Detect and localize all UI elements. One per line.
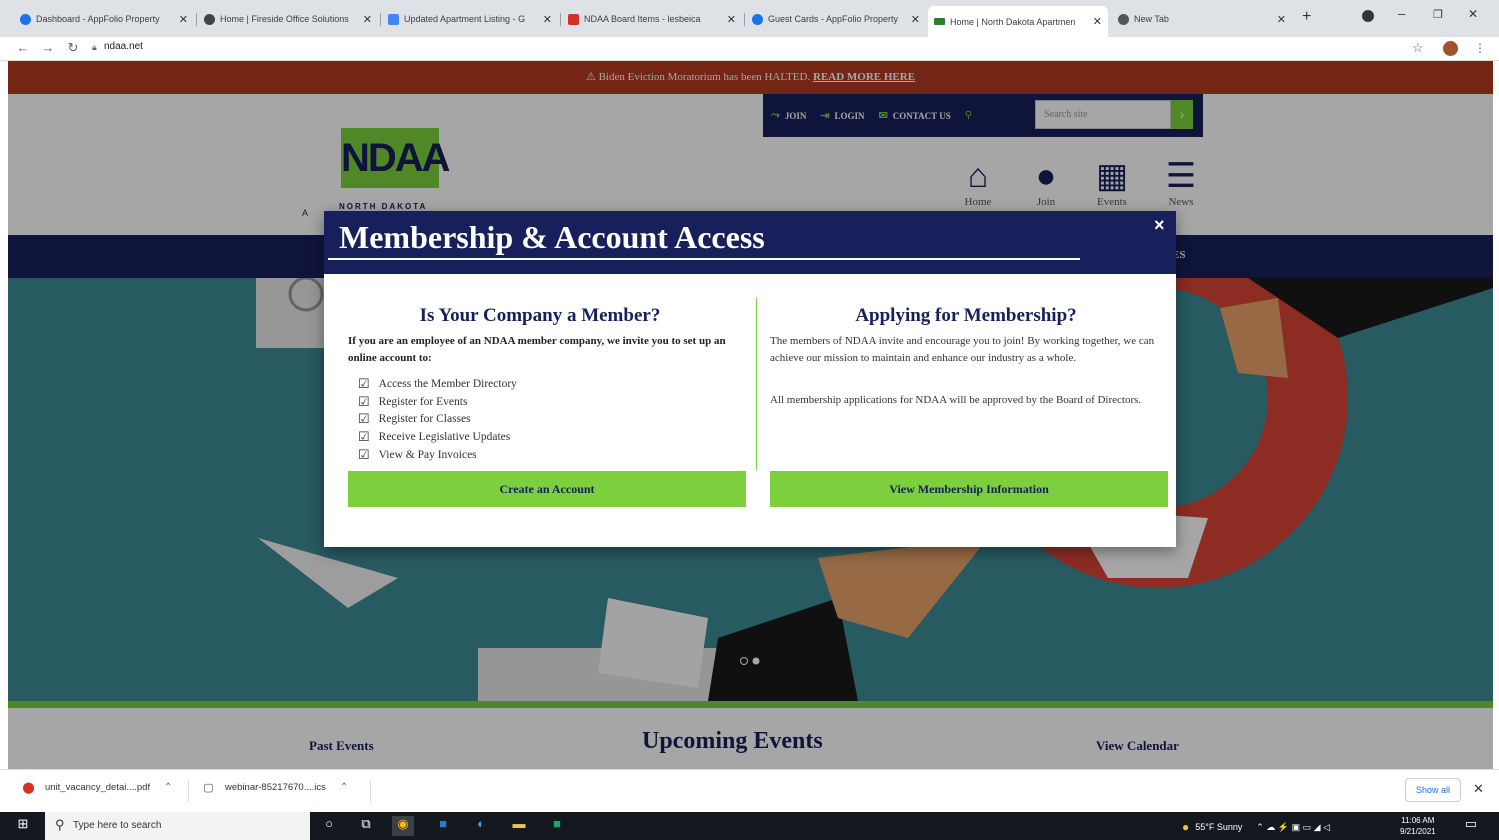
close-tab-icon[interactable]: ✕ — [363, 13, 372, 26]
task-view-icon[interactable]: ⧉ — [355, 816, 377, 836]
chrome-icon[interactable]: ◉ — [392, 816, 414, 836]
close-tab-icon[interactable]: ✕ — [1277, 13, 1286, 26]
membership-modal: Membership & Account Access × Is Your Co… — [324, 211, 1176, 547]
search-icon: ⚲ — [55, 817, 65, 832]
browser-tab[interactable]: Home | Fireside Office Solutions ✕ — [198, 8, 378, 30]
appfolio-icon — [752, 13, 763, 25]
download-item[interactable]: ▢ webinar-85217670....ics ⌃ — [202, 781, 348, 794]
close-window-icon[interactable]: ✕ — [1468, 7, 1478, 21]
modal-close-icon[interactable]: × — [1154, 215, 1165, 236]
cortana-icon[interactable]: ○ — [318, 816, 340, 836]
globe-icon — [204, 13, 215, 25]
ndaa-favicon-icon — [934, 18, 945, 25]
apply-heading: Applying for Membership? — [855, 305, 1077, 326]
view-membership-info-button[interactable]: View Membership Information — [770, 471, 1168, 507]
minimize-icon[interactable]: – — [1398, 6, 1405, 21]
apply-paragraph: The members of NDAA invite and encourage… — [770, 335, 1155, 364]
forward-icon[interactable]: → — [39, 40, 57, 55]
create-account-button[interactable]: Create an Account — [348, 471, 746, 507]
close-tab-icon[interactable]: ✕ — [727, 13, 736, 26]
modal-title-underline — [328, 258, 1080, 260]
checkbox-checked-icon: ☑ — [358, 446, 370, 462]
browser-tab-bar: Dashboard - AppFolio Property ✕ Home | Fi… — [0, 0, 1499, 37]
list-item: ☑ Receive Legislative Updates — [358, 428, 511, 444]
notifications-icon[interactable]: ▭ — [1460, 816, 1482, 836]
taskbar-search-input[interactable]: ⚲ Type here to search — [45, 812, 310, 840]
taskbar-clock[interactable]: 11:06 AM 9/21/2021 — [1400, 815, 1436, 837]
modal-header: Membership & Account Access × — [324, 211, 1176, 274]
word-icon[interactable]: ■ — [432, 816, 454, 836]
browser-tab[interactable]: Dashboard - AppFolio Property ✕ — [14, 8, 194, 30]
web-page: ⚠ Biden Eviction Moratorium has been HAL… — [8, 61, 1493, 769]
browser-tab-active[interactable]: Home | North Dakota Apartmen ✕ — [928, 6, 1108, 37]
excel-icon[interactable]: ■ — [546, 816, 568, 836]
close-tab-icon[interactable]: ✕ — [543, 13, 552, 26]
close-tab-icon[interactable]: ✕ — [179, 13, 188, 26]
chevron-up-icon[interactable]: ⌃ — [340, 782, 348, 793]
tray-icons[interactable]: ⌃ ☁ ⚡ ▣ ▭ ◢ ◁ — [1256, 822, 1330, 833]
file-explorer-icon[interactable]: ▬ — [508, 816, 530, 836]
close-tab-icon[interactable]: ✕ — [1093, 15, 1102, 28]
pdf-file-icon: ⬤ — [22, 782, 35, 794]
windows-start-icon[interactable]: ⊞ — [12, 816, 34, 836]
close-tab-icon[interactable]: ✕ — [911, 13, 920, 26]
list-item: ☑ Register for Classes — [358, 411, 471, 427]
menu-kebab-icon[interactable]: ⋮ — [1474, 41, 1486, 55]
list-item: ☑ View & Pay Invoices — [358, 446, 477, 462]
appfolio-icon — [20, 13, 31, 25]
member-heading: Is Your Company a Member? — [419, 305, 661, 326]
list-item: ☑ Access the Member Directory — [358, 375, 517, 391]
restore-icon[interactable]: ❐ — [1433, 8, 1443, 21]
lock-icon: 🔒︎ — [92, 42, 97, 52]
calendar-file-icon: ▢ — [203, 782, 214, 794]
browser-tab[interactable]: New Tab ✕ — [1112, 8, 1292, 30]
edge-icon[interactable]: ◐ — [470, 816, 492, 836]
docs-icon — [388, 13, 399, 25]
checkbox-checked-icon: ☑ — [358, 375, 370, 391]
url-field[interactable]: ndaa.net — [104, 41, 143, 52]
back-icon[interactable]: ← — [14, 40, 32, 55]
browser-tab[interactable]: NDAA Board Items - lesbeica ✕ — [562, 8, 742, 30]
show-all-button[interactable]: Show all — [1405, 778, 1461, 802]
apply-paragraph-board: All membership applications for NDAA wil… — [770, 394, 1142, 406]
apply-column: Applying for Membership? The members of … — [756, 274, 1176, 547]
list-item: ☑ Register for Events — [358, 393, 468, 409]
checkbox-checked-icon: ☑ — [358, 393, 370, 409]
gmail-icon — [568, 13, 579, 25]
modal-title: Membership & Account Access — [339, 219, 765, 255]
windows-taskbar: ⊞ ⚲ Type here to search ○ ⧉ ◉ ■ ◐ ▬ ■ ● … — [0, 812, 1499, 840]
checkbox-checked-icon: ☑ — [358, 428, 370, 444]
member-intro: If you are an employee of an NDAA member… — [348, 335, 726, 364]
chevron-up-icon[interactable]: ⌃ — [164, 782, 172, 793]
system-tray: ● 55°F Sunny ⌃ ☁ ⚡ ▣ ▭ ◢ ◁ — [1182, 820, 1330, 834]
profile-icon[interactable] — [1362, 10, 1374, 22]
downloads-bar: ⬤ unit_vacancy_detai....pdf ⌃ ▢ webinar-… — [0, 769, 1499, 812]
bookmark-star-icon[interactable]: ☆ — [1412, 40, 1424, 56]
close-downloads-icon[interactable]: ✕ — [1473, 781, 1484, 797]
browser-tab[interactable]: Guest Cards - AppFolio Property ✕ — [746, 8, 926, 30]
avatar[interactable] — [1443, 41, 1458, 56]
benefit-list: ☑ Access the Member Directory ☑ Register f… — [358, 375, 517, 463]
new-tab-plus-icon[interactable]: + — [1302, 8, 1311, 26]
sun-icon: ● — [1182, 820, 1190, 834]
checkbox-checked-icon: ☑ — [358, 411, 370, 427]
browser-tab[interactable]: Updated Apartment Listing - G ✕ — [382, 8, 558, 30]
reload-icon[interactable]: ↻ — [64, 40, 82, 56]
member-column: Is Your Company a Member? If you are an … — [324, 274, 756, 547]
download-item[interactable]: ⬤ unit_vacancy_detai....pdf ⌃ — [22, 781, 172, 794]
address-bar: ← → ↻ 🔒︎ ndaa.net ☆ ⋮ — [0, 37, 1499, 61]
new-tab-icon — [1118, 13, 1129, 25]
